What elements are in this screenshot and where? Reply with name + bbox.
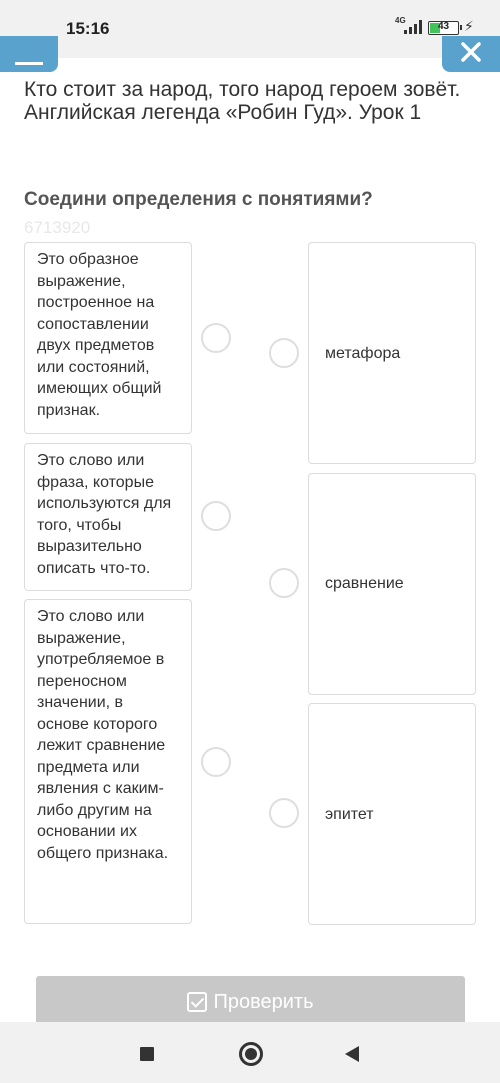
concept-card[interactable]: сравнение (308, 473, 476, 695)
definition-connector[interactable] (201, 501, 231, 531)
home-icon[interactable] (239, 1042, 263, 1066)
definition-connector[interactable] (201, 323, 231, 353)
concept-text: метафора (325, 345, 401, 362)
definition-connector[interactable] (201, 747, 231, 777)
concept-connector[interactable] (269, 568, 299, 598)
signal-icon (404, 20, 422, 34)
concept-text: эпитет (325, 806, 374, 823)
status-time: 15:16 (66, 19, 110, 38)
battery-icon: 43 (428, 21, 462, 35)
definition-card[interactable]: Это образное выражение, построенное на с… (24, 242, 192, 434)
page-title: Кто стоит за народ, того народ героем зо… (24, 78, 461, 124)
task-title: Соедини определения с понятиями? (24, 189, 373, 210)
status-bar: 15:16 4G 43 ⚡ (0, 0, 500, 58)
task-id: 6713920 (24, 218, 91, 237)
definition-card[interactable]: Это слово или фраза, которые используютс… (24, 443, 192, 591)
concept-connector[interactable] (269, 338, 299, 368)
hamburger-icon (15, 62, 43, 65)
close-button[interactable] (442, 36, 500, 72)
definition-text: Это слово или выражение, употребляемое в… (37, 608, 169, 862)
concept-connector[interactable] (269, 798, 299, 828)
concept-card[interactable]: метафора (308, 242, 476, 464)
checkbox-icon (187, 992, 208, 1012)
charging-icon: ⚡ (464, 18, 474, 34)
navigation-bar (0, 1022, 500, 1083)
close-icon (461, 42, 481, 62)
recent-apps-icon[interactable] (140, 1047, 154, 1061)
back-icon[interactable] (345, 1046, 359, 1062)
definition-text: Это слово или фраза, которые используютс… (37, 452, 172, 577)
check-button-label: Проверить (213, 990, 314, 1013)
definition-card[interactable]: Это слово или выражение, употребляемое в… (24, 599, 192, 924)
definition-text: Это образное выражение, построенное на с… (37, 251, 162, 419)
check-button[interactable]: Проверить (36, 976, 465, 1028)
concept-card[interactable]: эпитет (308, 703, 476, 925)
concept-text: сравнение (325, 575, 404, 592)
menu-button[interactable] (0, 36, 58, 72)
battery-level: 43 (437, 21, 450, 32)
